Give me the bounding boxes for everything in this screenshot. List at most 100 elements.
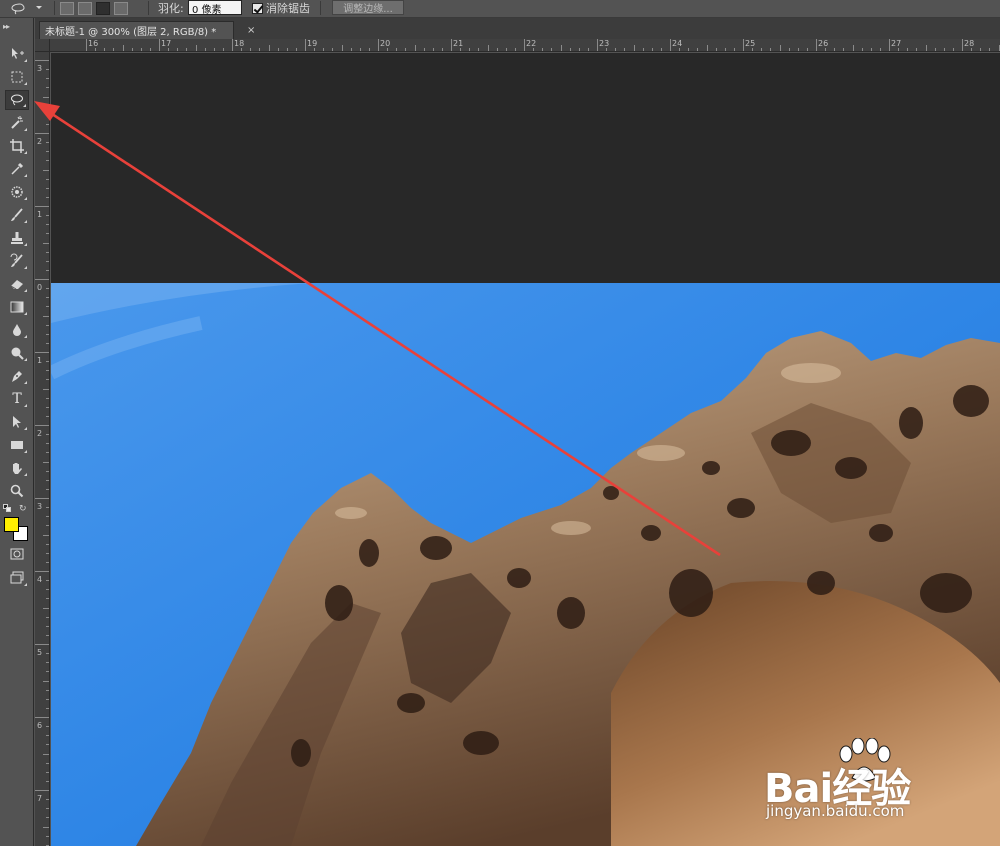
ruler-tick — [697, 48, 699, 51]
dodge-tool[interactable] — [5, 343, 29, 363]
ruler-tick — [715, 48, 717, 51]
zoom-tool[interactable] — [5, 481, 29, 501]
eyedropper-tool[interactable] — [5, 159, 29, 179]
ruler-tick — [46, 69, 49, 71]
ruler-tick — [46, 123, 49, 125]
intersect-selection-button[interactable] — [114, 1, 128, 15]
ruler-h-label: 17 — [161, 39, 172, 48]
ruler-tick — [46, 452, 49, 454]
close-icon[interactable]: × — [247, 25, 255, 36]
horizontal-ruler[interactable]: 16 17 18 19 20 21 22 23 24 25 26 27 28 — [50, 39, 1000, 52]
subtract-from-selection-button[interactable] — [96, 1, 110, 15]
refine-edge-button[interactable]: 调整边缘... — [332, 0, 404, 15]
ruler-tick — [305, 39, 306, 51]
ruler-tick — [35, 279, 49, 280]
move-icon — [12, 48, 24, 59]
ruler-tick — [551, 48, 553, 51]
tools-panel: ▸▸ T ↻ — [0, 18, 34, 846]
lasso-icon — [11, 3, 42, 15]
magic-wand-tool[interactable] — [5, 113, 29, 133]
ruler-tick — [46, 561, 49, 563]
ruler-tick — [423, 48, 425, 51]
ruler-tick — [43, 461, 49, 463]
quick-mask-button[interactable] — [5, 544, 29, 564]
type-tool[interactable]: T — [5, 389, 29, 409]
ruler-tick — [250, 48, 252, 51]
ruler-tick — [825, 48, 827, 51]
screen-mode-button[interactable] — [5, 568, 29, 588]
antialias-checkbox[interactable]: 消除锯齿 — [252, 0, 310, 16]
ruler-h-label: 24 — [672, 39, 683, 48]
healing-brush-icon — [11, 186, 23, 198]
ruler-tick — [679, 48, 681, 51]
ruler-tick — [980, 48, 982, 51]
ruler-v-label: 2 — [37, 429, 43, 438]
history-brush-tool[interactable] — [5, 251, 29, 271]
ruler-h-label: 22 — [526, 39, 537, 48]
options-bar: 羽化: 0 像素 消除锯齿 调整边缘... — [0, 0, 1000, 18]
vertical-ruler[interactable]: 3 2 1 0 1 2 3 4 5 6 7 — [35, 52, 50, 846]
magic-wand-icon — [11, 116, 23, 129]
swap-colors-icon[interactable]: ↻ — [19, 504, 27, 514]
new-selection-button[interactable] — [60, 1, 74, 15]
healing-brush-tool[interactable] — [5, 182, 29, 202]
ruler-tick — [597, 39, 598, 51]
ruler-tick — [46, 525, 49, 527]
ruler-tick — [46, 187, 49, 189]
ruler-tick — [46, 707, 49, 709]
move-tool[interactable] — [5, 44, 29, 64]
ruler-tick — [46, 379, 49, 381]
ruler-tick — [43, 315, 49, 317]
path-selection-tool[interactable] — [5, 412, 29, 432]
ruler-tick — [46, 406, 49, 408]
marquee-tool[interactable] — [5, 67, 29, 87]
ruler-tick — [989, 48, 991, 51]
ruler-tick — [168, 48, 170, 51]
ruler-tick — [925, 45, 927, 51]
ruler-tick — [35, 644, 49, 645]
ruler-tick — [587, 48, 589, 51]
pen-tool[interactable] — [5, 366, 29, 386]
ruler-tick — [378, 39, 379, 51]
ruler-tick — [916, 48, 918, 51]
gradient-tool[interactable] — [5, 297, 29, 317]
ruler-tick — [496, 48, 498, 51]
panel-collapse-icon[interactable]: ▸▸ — [3, 22, 10, 31]
dodge-icon — [11, 347, 24, 360]
ruler-tick — [46, 370, 49, 372]
ruler-tick — [469, 48, 471, 51]
ruler-tick — [46, 671, 49, 673]
ruler-tick — [43, 388, 49, 390]
foreground-color-swatch[interactable] — [4, 517, 19, 532]
crop-tool[interactable] — [5, 136, 29, 156]
ruler-tick — [889, 39, 890, 51]
ruler-tick — [259, 48, 261, 51]
ruler-h-label: 21 — [453, 39, 464, 48]
add-to-selection-button[interactable] — [78, 1, 92, 15]
document-tab[interactable]: 未标题-1 @ 300% (图层 2, RGB/8) * — [39, 21, 234, 39]
lasso-tool[interactable] — [5, 90, 29, 110]
watermark-url: jingyan.baidu.com — [766, 802, 905, 820]
clone-stamp-tool[interactable] — [5, 228, 29, 248]
ruler-tick — [46, 297, 49, 299]
ruler-origin[interactable] — [35, 39, 50, 52]
document-canvas[interactable] — [51, 53, 1000, 846]
feather-input[interactable]: 0 像素 — [188, 0, 242, 16]
ruler-tick — [46, 689, 49, 691]
ruler-tick — [46, 87, 49, 89]
ruler-tick — [43, 607, 49, 609]
default-colors-icon[interactable] — [3, 504, 12, 513]
blur-tool[interactable] — [5, 320, 29, 340]
tool-preset-picker[interactable] — [10, 0, 50, 16]
hand-tool[interactable] — [5, 458, 29, 478]
ruler-tick — [733, 48, 735, 51]
eraser-tool[interactable] — [5, 274, 29, 294]
brush-tool[interactable] — [5, 205, 29, 225]
shape-tool[interactable] — [5, 435, 29, 455]
ruler-tick — [131, 48, 133, 51]
ruler-tick — [861, 48, 863, 51]
ruler-tick — [43, 169, 49, 171]
ruler-tick — [35, 425, 49, 426]
ruler-tick — [46, 625, 49, 627]
ruler-tick — [113, 48, 115, 51]
